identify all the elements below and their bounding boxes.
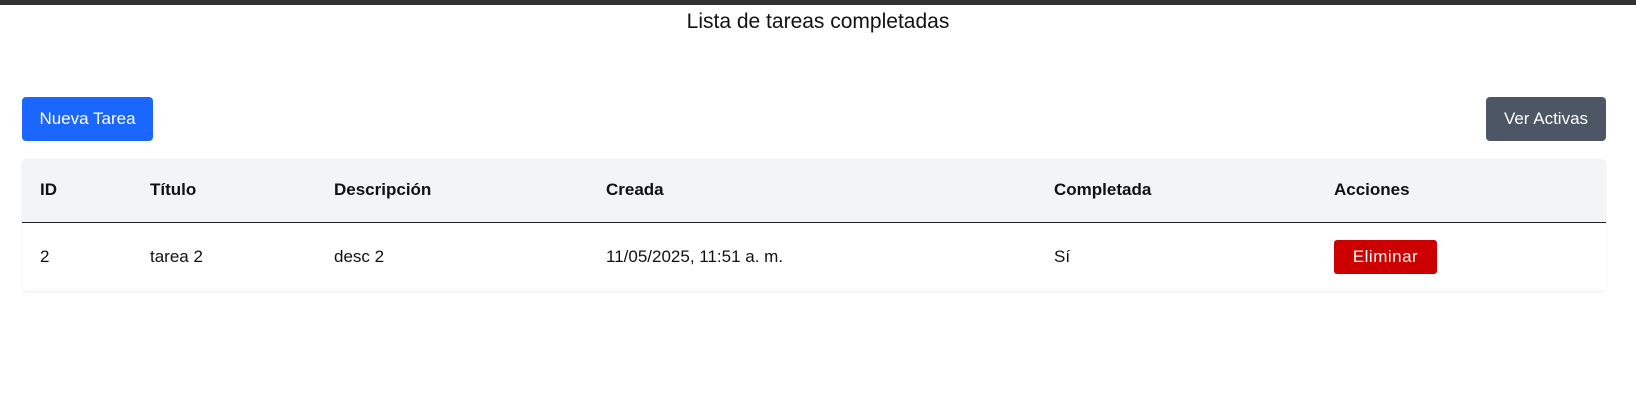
column-header-id: ID xyxy=(40,180,57,200)
new-task-button[interactable]: Nueva Tarea xyxy=(22,97,153,141)
column-header-completed: Completada xyxy=(1054,180,1152,200)
cell-actions: Eliminar xyxy=(1316,222,1606,291)
column-header-title: Título xyxy=(150,180,197,200)
delete-button[interactable]: Eliminar xyxy=(1334,239,1437,274)
cell-id: 2 xyxy=(40,246,50,266)
cell-completed: Sí xyxy=(1054,246,1071,266)
cell-created: 11/05/2025, 11:51 a. m. xyxy=(606,246,784,266)
column-header-actions: Acciones xyxy=(1334,180,1410,200)
cell-title: tarea 2 xyxy=(150,246,203,266)
table-header-row: ID Título Descripción Creada Completada … xyxy=(22,159,1606,222)
page-title: Lista de tareas completadas xyxy=(686,10,950,33)
view-active-button[interactable]: Ver Activas xyxy=(1486,97,1606,141)
top-bar xyxy=(0,0,1636,5)
tasks-table-container: ID Título Descripción Creada Completada … xyxy=(22,159,1606,291)
column-header-created: Creada xyxy=(606,180,664,200)
cell-description: desc 2 xyxy=(334,246,385,266)
tasks-table: ID Título Descripción Creada Completada … xyxy=(22,159,1606,291)
column-header-description: Descripción xyxy=(334,180,432,200)
table-row: 2 tarea 2 desc 2 11/05/2025, 11:51 a. m.… xyxy=(22,222,1606,291)
